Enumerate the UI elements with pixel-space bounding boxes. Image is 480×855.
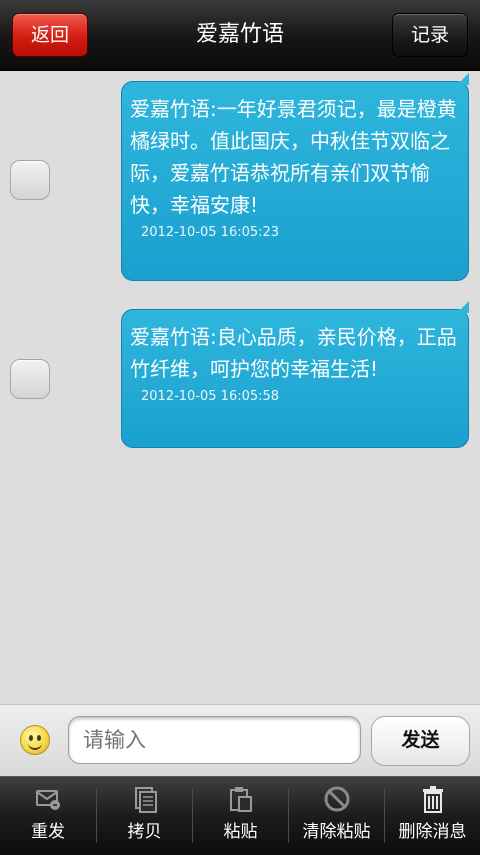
copy-label: 拷贝: [127, 822, 162, 842]
clear-paste-button[interactable]: 清除粘贴: [289, 777, 384, 855]
clear-paste-label: 清除粘贴: [302, 822, 371, 842]
record-button[interactable]: 记录: [392, 13, 468, 57]
message-time: 2012-10-05 16:05:23: [141, 225, 280, 240]
resend-button[interactable]: 重发: [0, 777, 96, 855]
delete-message-button[interactable]: 删除消息: [385, 777, 480, 855]
paste-label: 粘贴: [223, 822, 258, 842]
message-bubble[interactable]: 爱嘉竹语:良心品质，亲民价格，正品竹纤维，呵护您的幸福生活! 2012-10-0…: [121, 301, 469, 448]
copy-button[interactable]: 拷贝: [97, 777, 192, 855]
input-bar: 发送: [0, 704, 480, 777]
message-bubble[interactable]: 爱嘉竹语:一年好景君须记，最是橙黄橘绿时。值此国庆，中秋佳节双临之际，爱嘉竹语恭…: [121, 73, 469, 281]
copy-icon: [134, 787, 157, 813]
delete-message-label: 删除消息: [398, 822, 467, 842]
message-list[interactable]: 爱嘉竹语:一年好景君须记，最是橙黄橘绿时。值此国庆，中秋佳节双临之际，爱嘉竹语恭…: [0, 71, 480, 704]
message-text: 爱嘉竹语:一年好景君须记，最是橙黄橘绿时。值此国庆，中秋佳节双临之际，爱嘉竹语恭…: [130, 97, 457, 217]
message-input[interactable]: [68, 716, 361, 764]
smiley-icon[interactable]: [20, 725, 50, 755]
back-button[interactable]: 返回: [12, 13, 88, 57]
trash-icon: [422, 786, 443, 813]
paste-icon: [229, 787, 252, 812]
bubble-tail: [457, 73, 469, 85]
message-time: 2012-10-05 16:05:58: [141, 389, 280, 404]
paste-button[interactable]: 粘贴: [193, 777, 288, 855]
smiley-mouth: [28, 741, 42, 750]
resend-icon: [36, 790, 60, 810]
bubble-tail: [457, 301, 469, 313]
bottom-toolbar: 重发 拷贝 粘贴 清除粘贴 删除消息: [0, 776, 480, 855]
title-bar: 爱嘉竹语 返回 记录: [0, 0, 480, 71]
clear-paste-icon: [324, 786, 349, 812]
message-text: 爱嘉竹语:良心品质，亲民价格，正品竹纤维，呵护您的幸福生活!: [130, 325, 457, 381]
resend-label: 重发: [31, 822, 65, 842]
avatar: [10, 359, 50, 399]
send-button[interactable]: 发送: [371, 716, 470, 766]
avatar: [10, 160, 50, 200]
